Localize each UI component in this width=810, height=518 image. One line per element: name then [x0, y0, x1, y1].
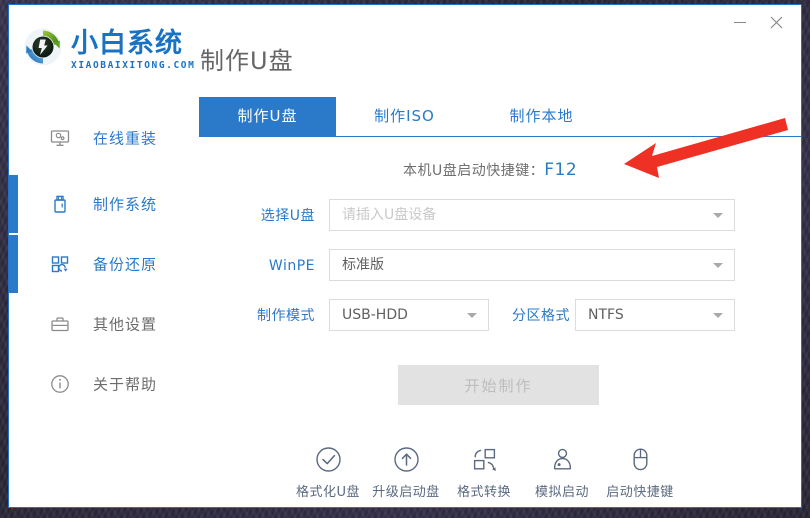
tool-format-usb[interactable]: 格式化U盘 [289, 442, 367, 500]
refresh-circle-logo-icon [23, 27, 63, 67]
tool-upgrade-boot-disk[interactable]: 升级启动盘 [367, 442, 445, 500]
brand: 小白系统 XIAOBAIXITONG.COM [71, 29, 195, 72]
app-window: 小白系统 XIAOBAIXITONG.COM 制作U盘 在线重装 制作系统 备份… [8, 4, 802, 508]
winpe-value: 标准版 [342, 257, 384, 273]
tool-label: 升级启动盘 [372, 485, 440, 500]
tool-boot-hotkey[interactable]: 启动快捷键 [601, 442, 679, 500]
chevron-down-icon [467, 313, 477, 318]
arrow-up-circle-icon [367, 442, 445, 476]
usb-drive-icon [49, 193, 71, 215]
start-button[interactable]: 开始制作 [398, 365, 599, 405]
field-label-make-mode: 制作模式 [257, 308, 315, 324]
select-usb-value: 请插入U盘设备 [342, 207, 437, 223]
field-label-winpe: WinPE [268, 258, 315, 274]
check-circle-icon [289, 442, 367, 476]
partition-format-value: NTFS [588, 307, 624, 323]
tool-label: 格式转换 [456, 485, 511, 500]
chevron-down-icon [713, 313, 723, 318]
close-button[interactable] [761, 9, 791, 35]
page-title: 制作U盘 [200, 47, 294, 75]
sidebar-accent-bar [9, 235, 18, 293]
monitor-icon [49, 127, 71, 149]
sidebar-item-label: 备份还原 [93, 255, 158, 274]
sidebar-item-label: 制作系统 [93, 195, 158, 214]
brand-name-en: XIAOBAIXITONG.COM [71, 60, 196, 71]
chevron-down-icon [713, 263, 723, 268]
tool-label: 格式化U盘 [295, 485, 360, 500]
tab-make-iso[interactable]: 制作ISO [336, 97, 473, 136]
tool-row: 格式化U盘 升级启动盘 格式转换 模拟启动 启动快捷键 [199, 442, 801, 507]
backup-restore-icon [49, 253, 71, 275]
select-usb-dropdown[interactable]: 请插入U盘设备 [329, 199, 735, 231]
simulate-boot-icon [523, 442, 601, 476]
tool-simulate-boot[interactable]: 模拟启动 [523, 442, 601, 500]
sidebar-item-backup-restore[interactable]: 备份还原 [9, 235, 199, 293]
partition-format-dropdown[interactable]: NTFS [575, 299, 735, 331]
make-mode-dropdown[interactable]: USB-HDD [329, 299, 489, 331]
field-row-mode-format: 制作模式 USB-HDD 分区格式 NTFS [199, 299, 801, 333]
boot-hotkey-hint-text: 本机U盘启动快捷键： [403, 163, 545, 179]
briefcase-icon [49, 313, 71, 335]
sidebar-item-online-reinstall[interactable]: 在线重装 [9, 109, 199, 167]
sidebar: 在线重装 制作系统 备份还原 其他设置 关于帮助 [9, 97, 199, 507]
boot-hotkey-value: F12 [544, 160, 578, 180]
sidebar-accent-bar [9, 175, 18, 233]
sidebar-item-label: 关于帮助 [93, 375, 158, 394]
field-row-select-usb: 选择U盘 请插入U盘设备 [199, 199, 801, 233]
tab-bar: 制作U盘 制作ISO 制作本地 [199, 97, 801, 137]
sidebar-item-other-settings[interactable]: 其他设置 [9, 295, 199, 353]
field-label-partition-format: 分区格式 [512, 308, 570, 324]
tab-make-local[interactable]: 制作本地 [473, 97, 610, 136]
sidebar-item-make-system[interactable]: 制作系统 [9, 175, 199, 233]
tool-label: 启动快捷键 [606, 485, 674, 500]
close-icon [770, 16, 782, 28]
field-label-select-usb: 选择U盘 [260, 208, 315, 224]
field-row-winpe: WinPE 标准版 [199, 249, 801, 283]
minimize-button[interactable] [725, 9, 755, 35]
chevron-down-icon [713, 213, 723, 218]
info-circle-icon [49, 373, 71, 395]
sidebar-item-label: 其他设置 [93, 315, 158, 334]
sidebar-item-label: 在线重装 [93, 129, 158, 148]
main-content: 制作U盘 制作ISO 制作本地 本机U盘启动快捷键：F12 选择U盘 请插入U盘… [199, 97, 801, 507]
winpe-dropdown[interactable]: 标准版 [329, 249, 735, 281]
mouse-icon [601, 442, 679, 476]
tab-make-usb[interactable]: 制作U盘 [199, 97, 336, 136]
format-convert-icon [445, 442, 523, 476]
tool-format-convert[interactable]: 格式转换 [445, 442, 523, 500]
minimize-icon [734, 21, 746, 23]
sidebar-item-about-help[interactable]: 关于帮助 [9, 355, 199, 413]
title-bar: 小白系统 XIAOBAIXITONG.COM 制作U盘 [9, 5, 801, 97]
make-mode-value: USB-HDD [342, 307, 408, 323]
brand-name-cn: 小白系统 [71, 28, 183, 59]
tool-label: 模拟启动 [534, 485, 589, 500]
boot-hotkey-hint: 本机U盘启动快捷键：F12 [403, 160, 577, 180]
